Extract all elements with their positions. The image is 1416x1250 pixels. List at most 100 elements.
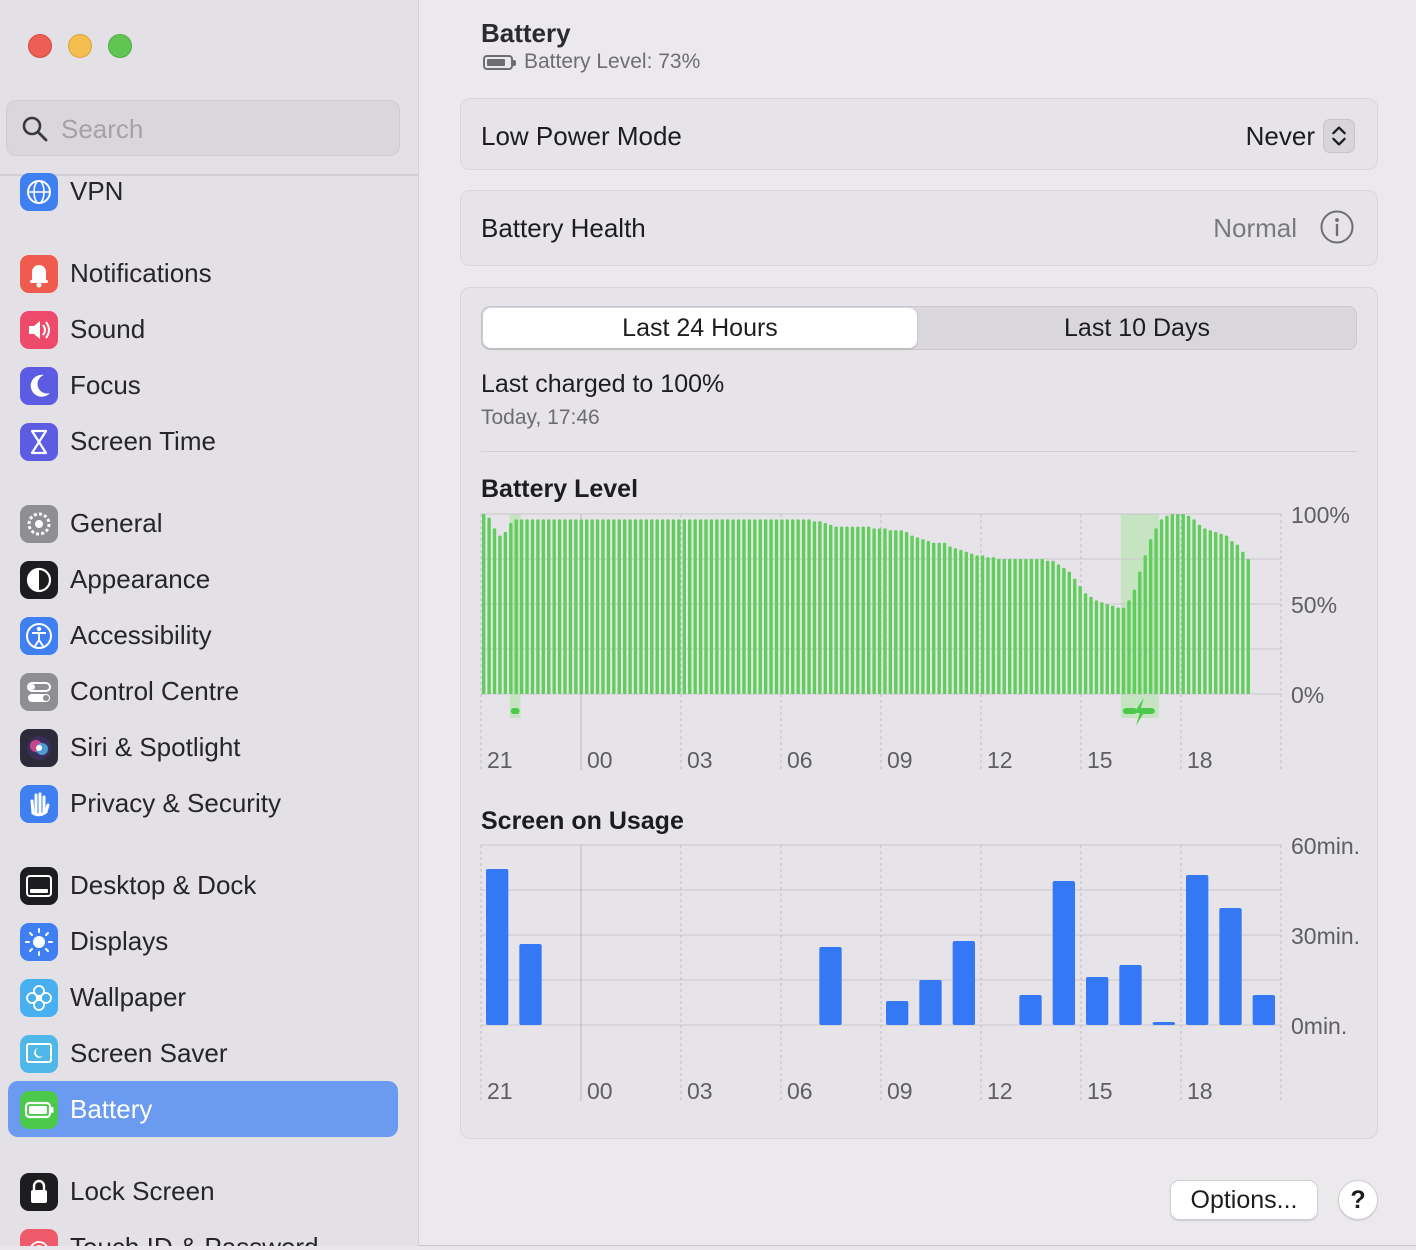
usage-bar — [886, 1001, 909, 1025]
battery-level-bar — [519, 519, 524, 694]
battery-level-bar — [959, 550, 963, 694]
battery-level-bar — [639, 519, 643, 694]
battery-level-bar — [1056, 564, 1061, 694]
sidebar-item-screen-time[interactable]: Screen Time — [8, 413, 398, 469]
battery-level-bar — [612, 519, 616, 694]
x-tick-label: 15 — [1087, 1078, 1113, 1104]
sidebar-item-privacy-security[interactable]: Privacy & Security — [8, 775, 398, 831]
battery-level-bar — [1111, 605, 1115, 694]
battery-level-bar — [688, 519, 692, 694]
sidebar-item-touch-id-password[interactable]: Touch ID & Password — [8, 1219, 398, 1246]
battery-health-value: Normal — [1213, 213, 1297, 243]
battery-level-bar — [1143, 555, 1147, 694]
zoom-window-button[interactable] — [108, 34, 132, 58]
sidebar-item-siri-spotlight[interactable]: Siri & Spotlight — [8, 719, 398, 775]
sidebar: VPN Notifications Sound Focus Screen Time Gen… — [0, 0, 419, 1246]
speaker-icon — [20, 311, 58, 349]
tab-last-24-hours[interactable]: Last 24 Hours — [483, 308, 917, 348]
battery-level-bar — [774, 519, 779, 694]
usage-bar — [1052, 881, 1075, 1025]
battery-level-bar — [991, 557, 996, 694]
flower-icon — [20, 979, 58, 1017]
battery-level-bar — [568, 519, 573, 694]
battery-level-bar — [850, 526, 855, 694]
battery-level-bar — [796, 519, 800, 694]
vpn-globe-icon — [20, 173, 58, 211]
battery-level-bar — [812, 521, 817, 694]
battery-level-bar — [557, 519, 562, 694]
y-tick-label: 30min. — [1291, 923, 1360, 949]
sidebar-item-sound[interactable]: Sound — [8, 301, 398, 357]
battery-level-bar — [503, 532, 508, 694]
search-input[interactable] — [61, 111, 381, 147]
search-icon — [22, 116, 48, 142]
sidebar-item-control-centre[interactable]: Control Centre — [8, 663, 398, 719]
battery-level-bar — [997, 559, 1001, 694]
sidebar-item-screen-saver[interactable]: Screen Saver — [8, 1025, 398, 1081]
battery-level-bar — [514, 519, 518, 694]
battery-level-bar — [921, 539, 925, 694]
battery-level-bar — [780, 519, 784, 694]
info-icon[interactable] — [1319, 209, 1355, 245]
battery-level-bar — [1018, 559, 1023, 694]
battery-level-bar — [704, 519, 708, 694]
battery-level-bar — [536, 519, 540, 694]
options-button[interactable]: Options... — [1170, 1180, 1318, 1220]
main-pane: Battery Battery Level: 73% Low Power Mod… — [420, 0, 1416, 1246]
battery-level-bar — [883, 528, 887, 694]
battery-level-bar — [563, 519, 567, 694]
battery-level-chart: 100% 50% 0% 21 00 03 06 09 12 15 18 — [480, 502, 1350, 773]
sidebar-item-battery[interactable]: Battery — [8, 1081, 398, 1137]
battery-level-bar — [1100, 602, 1104, 694]
battery-level-bar — [622, 519, 627, 694]
battery-level-bar — [834, 526, 838, 694]
sidebar-item-label: Wallpaper — [70, 982, 187, 1012]
usage-bar — [1186, 875, 1209, 1025]
charging-indicator — [1122, 708, 1137, 714]
sidebar-item-accessibility[interactable]: Accessibility — [8, 607, 398, 663]
hourglass-icon — [20, 423, 58, 461]
sidebar-item-label: Battery — [70, 1094, 153, 1124]
battery-level-bar — [948, 546, 952, 694]
sidebar-item-notifications[interactable]: Notifications — [8, 245, 398, 301]
x-tick-label: 15 — [1087, 747, 1113, 773]
usage-bar — [519, 944, 542, 1025]
usage-bar — [919, 980, 942, 1025]
help-button[interactable]: ? — [1338, 1180, 1378, 1220]
sidebar-item-desktop-dock[interactable]: Desktop & Dock — [8, 857, 398, 913]
low-power-popup-button[interactable] — [1323, 119, 1355, 153]
lock-icon — [20, 1173, 58, 1211]
battery-level-bar — [726, 519, 730, 694]
sidebar-item-appearance[interactable]: Appearance — [8, 551, 398, 607]
battery-level-bar — [482, 514, 486, 694]
battery-level-bar — [867, 526, 871, 694]
sidebar-item-general[interactable]: General — [8, 495, 398, 551]
x-tick-label: 09 — [887, 747, 913, 773]
sidebar-item-focus[interactable]: Focus — [8, 357, 398, 413]
low-power-value[interactable]: Never — [1246, 121, 1315, 152]
battery-level-bar — [953, 548, 958, 694]
hand-icon — [20, 785, 58, 823]
battery-level-bar — [1029, 559, 1034, 694]
battery-level-bar — [590, 519, 594, 694]
battery-level-bar — [1154, 528, 1158, 694]
sidebar-item-lock-screen[interactable]: Lock Screen — [8, 1163, 398, 1219]
screensaver-icon — [20, 1035, 58, 1073]
battery-level-bar — [487, 517, 491, 694]
battery-level-bar — [872, 528, 876, 694]
sidebar-item-label: Siri & Spotlight — [70, 732, 241, 762]
sidebar-item-vpn[interactable]: VPN — [8, 163, 398, 219]
battery-level-bar — [970, 553, 974, 694]
search-field[interactable] — [6, 100, 400, 156]
battery-level-bar — [579, 519, 583, 694]
sidebar-item-label: Focus — [70, 370, 141, 400]
tab-last-10-days[interactable]: Last 10 Days — [918, 308, 1356, 348]
moon-icon — [20, 367, 58, 405]
minimize-window-button[interactable] — [68, 34, 92, 58]
sidebar-item-wallpaper[interactable]: Wallpaper — [8, 969, 398, 1025]
y-tick-label: 0min. — [1291, 1013, 1347, 1039]
sidebar-item-displays[interactable]: Displays — [8, 913, 398, 969]
close-window-button[interactable] — [28, 34, 52, 58]
battery-level-bar — [585, 519, 589, 694]
battery-level-bar — [747, 519, 752, 694]
